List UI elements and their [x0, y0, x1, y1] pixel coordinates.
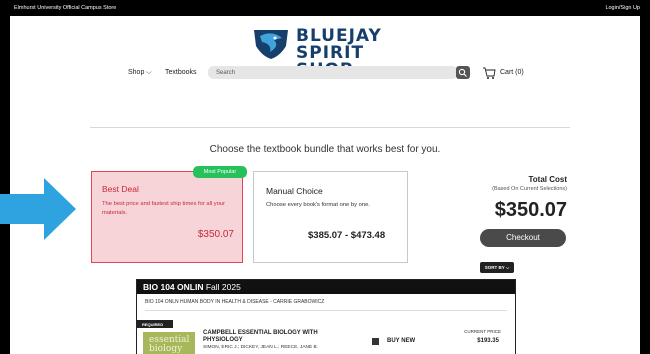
page-heading: Choose the textbook bundle that works be…: [209, 144, 441, 155]
sort-by-dropdown[interactable]: SORT BY ⌵: [480, 262, 514, 273]
manual-choice-price: $385.07 - $473.48: [308, 230, 386, 241]
store-name: Elmhurst University Official Campus Stor…: [14, 5, 117, 11]
book-title[interactable]: CAMPBELL ESSENTIAL BIOLOGY WITH PHYSIOLO…: [203, 330, 333, 344]
manual-choice-card[interactable]: Manual Choice Choose every book's format…: [253, 171, 408, 263]
search-input[interactable]: Search: [208, 66, 458, 79]
total-cost-label: Total Cost: [528, 175, 567, 184]
total-cost-value: $350.07: [494, 199, 567, 221]
section-divider: [90, 127, 570, 128]
checkout-button[interactable]: Checkout: [480, 229, 566, 247]
book-cover[interactable]: essential biology: [143, 332, 195, 354]
best-deal-price: $350.07: [197, 229, 234, 240]
total-cost-sublabel: (Based On Current Selections): [492, 186, 567, 192]
course-header: BIO 104 ONLIN Fall 2025: [137, 280, 515, 294]
required-tag: REQUIRED: [137, 320, 173, 328]
site-logo[interactable]: BLUEJAY SPIRIT SHOP: [250, 26, 420, 79]
cart-icon[interactable]: [482, 66, 496, 80]
course-divider: [145, 310, 507, 311]
course-code: BIO 104 ONLIN: [143, 282, 204, 292]
course-subtitle: BIO 104 ONLN HUMAN BODY IN HEALTH & DISE…: [145, 299, 325, 305]
course-panel: BIO 104 ONLIN Fall 2025 BIO 104 ONLN HUM…: [136, 279, 516, 354]
best-deal-title: Best Deal: [102, 184, 139, 194]
book-authors: SIMON, ERIC J.; DICKEY, JEAN L.; REECE, …: [203, 345, 319, 350]
buy-new-checkbox[interactable]: [372, 338, 379, 345]
current-price-label: CURRENT PRICE: [464, 329, 501, 334]
nav-textbooks-link[interactable]: Textbooks: [165, 69, 197, 76]
best-deal-description: The best price and fastest ship times fo…: [102, 201, 226, 216]
nav-shop-menu[interactable]: Shop ⌵: [128, 69, 152, 77]
buy-new-label[interactable]: BUY NEW: [387, 338, 415, 344]
top-bar: Elmhurst University Official Campus Stor…: [0, 0, 650, 16]
course-term: Fall 2025: [205, 282, 241, 292]
most-popular-badge: Most Popular: [193, 166, 247, 178]
arrow-right-icon: [0, 178, 76, 240]
best-deal-card[interactable]: Best Deal The best price and fastest shi…: [91, 171, 243, 263]
main-nav: Shop ⌵ Textbooks Search Cart (0): [10, 66, 640, 80]
book-cover-text: essential biology: [149, 335, 190, 354]
search-icon: [458, 68, 467, 77]
manual-choice-description: Choose every book's format one by one.: [266, 202, 370, 208]
login-link[interactable]: Login/Sign Up: [605, 5, 640, 11]
browser-frame: Elmhurst University Official Campus Stor…: [0, 0, 650, 354]
current-price-value: $193.35: [477, 338, 499, 344]
bluejay-logo-icon: [254, 30, 288, 59]
page-content: BLUEJAY SPIRIT SHOP Shop ⌵ Textbooks Sea…: [10, 16, 640, 354]
search-button[interactable]: [456, 66, 470, 79]
cart-link[interactable]: Cart (0): [500, 69, 524, 76]
manual-choice-title: Manual Choice: [266, 186, 323, 196]
